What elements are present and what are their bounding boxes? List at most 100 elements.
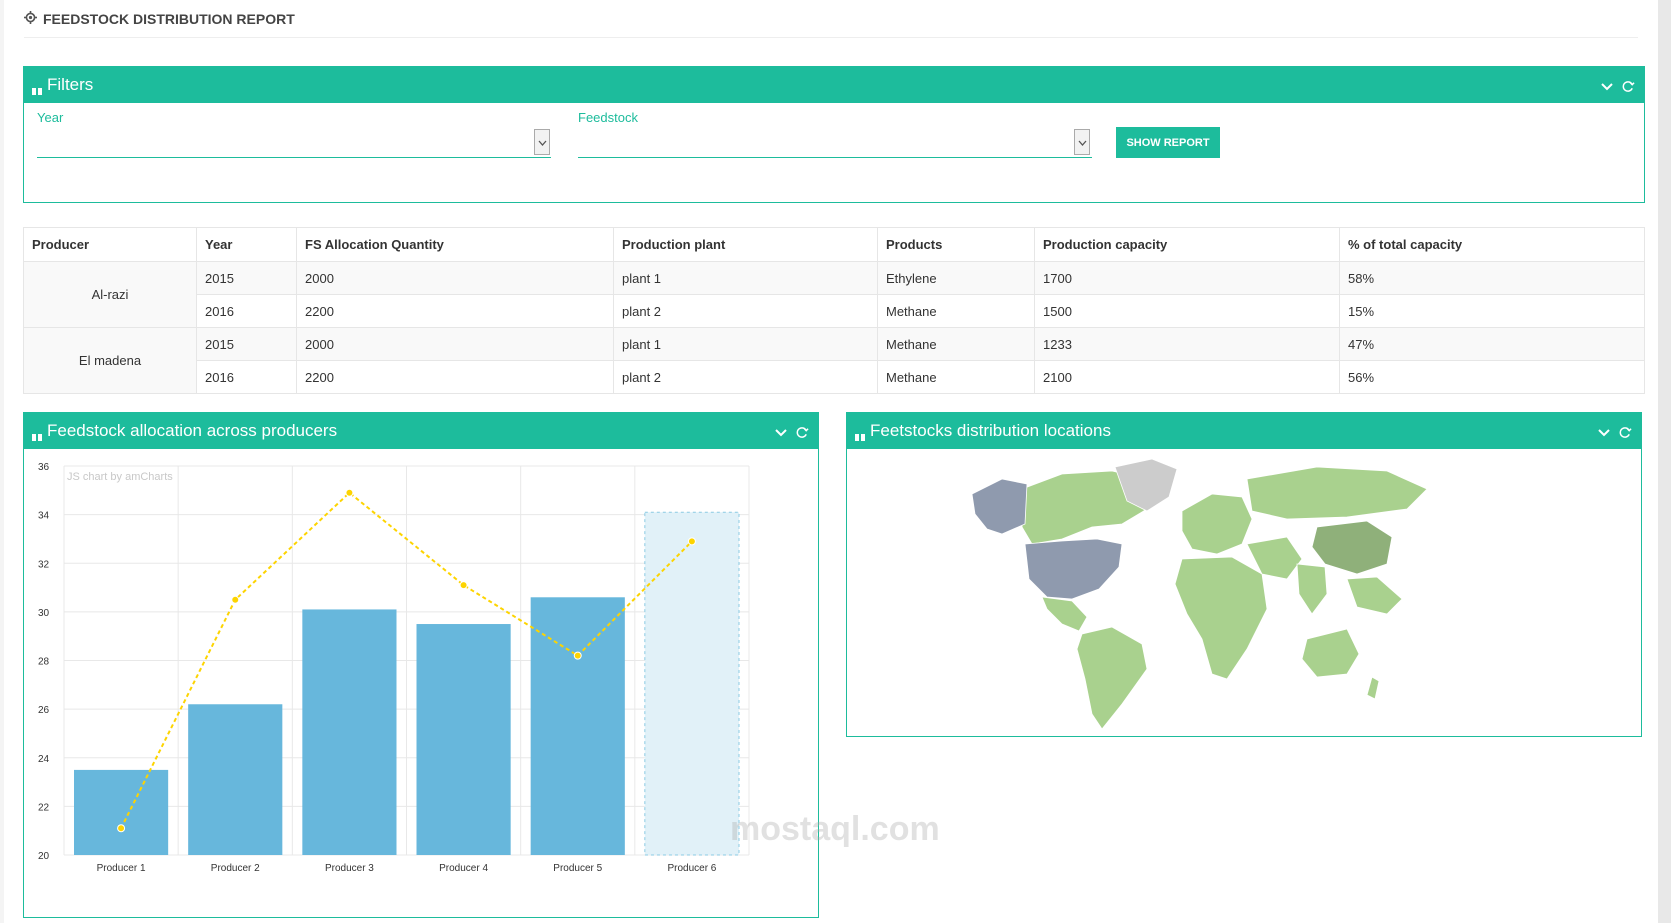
watermark: mostaql.com <box>730 810 940 848</box>
column-header: Products <box>877 227 1035 262</box>
scrollbar[interactable] <box>1658 0 1671 923</box>
map-region-southeast-asia[interactable] <box>1346 576 1403 615</box>
table-row: 2016 2200 plant 2 Methane 1500 15% <box>24 294 1645 328</box>
feedstock-select-button[interactable] <box>1074 129 1090 155</box>
table-cell: Ethylene <box>877 261 1035 295</box>
x-tick-label: Producer 4 <box>439 863 488 874</box>
y-tick-label: 26 <box>38 705 50 716</box>
refresh-icon[interactable] <box>1619 424 1633 438</box>
table-row: El madena 2015 2000 plant 1 Methane 1233… <box>23 327 1645 394</box>
show-report-button[interactable]: SHOW REPORT <box>1116 127 1220 158</box>
table-cell: 2016 <box>196 360 297 394</box>
table-cell: 2200 <box>296 294 614 328</box>
gift-icon <box>32 426 42 441</box>
map-panel: Feetstocks distribution locations <box>846 412 1642 737</box>
x-tick-label: Producer 1 <box>97 863 146 874</box>
column-header: FS Allocation Quantity <box>296 227 614 262</box>
chevron-down-icon[interactable] <box>774 424 788 438</box>
table-header-row: Producer Year FS Allocation Quantity Pro… <box>23 227 1645 262</box>
y-tick-label: 32 <box>38 559 50 570</box>
table-cell: 1233 <box>1034 327 1340 361</box>
y-tick-label: 28 <box>38 657 50 668</box>
map-region-south-america[interactable] <box>1076 626 1148 730</box>
column-header: Production plant <box>613 227 878 262</box>
producer-cell: El madena <box>23 327 197 394</box>
table-cell: plant 2 <box>613 294 878 328</box>
y-tick-label: 34 <box>38 511 50 522</box>
map-region-mexico[interactable] <box>1041 596 1088 632</box>
table-cell: 2000 <box>296 327 614 361</box>
gift-icon <box>32 80 42 95</box>
map-region-new-zealand[interactable] <box>1366 676 1380 700</box>
map-panel-title: Feetstocks distribution locations <box>870 421 1111 440</box>
table-cell: 47% <box>1339 327 1645 361</box>
y-tick-label: 20 <box>38 851 50 862</box>
gear-icon <box>24 11 37 27</box>
bar-3 <box>302 609 397 855</box>
column-header: Producer <box>23 227 197 262</box>
refresh-icon[interactable] <box>1622 78 1636 92</box>
report-header: FEEDSTOCK DISTRIBUTION REPORT <box>24 4 295 34</box>
chevron-down-icon[interactable] <box>1600 78 1614 92</box>
map-panel-header: Feetstocks distribution locations <box>847 413 1641 449</box>
map-region-europe[interactable] <box>1181 493 1253 555</box>
table-cell: 15% <box>1339 294 1645 328</box>
map-region-africa[interactable] <box>1174 556 1268 680</box>
line-point-3 <box>345 488 354 497</box>
map-region-china[interactable] <box>1311 520 1393 575</box>
map-region-alaska[interactable] <box>971 478 1028 535</box>
table-cell: 58% <box>1339 261 1645 295</box>
allocation-chart[interactable]: 20 22 24 26 28 30 32 34 36 JS chart by amCharts Pr… <box>24 449 818 917</box>
chevron-down-icon[interactable] <box>1597 424 1611 438</box>
report-table: Producer Year FS Allocation Quantity Pro… <box>23 227 1645 394</box>
world-map[interactable] <box>847 449 1641 736</box>
table-cell: 2015 <box>196 327 297 361</box>
chevron-down-icon <box>1078 133 1087 151</box>
header-divider <box>24 37 1638 38</box>
chart-panel-title: Feedstock allocation across producers <box>47 421 338 440</box>
x-tick-label: Producer 5 <box>553 863 602 874</box>
line-point-1 <box>117 824 126 833</box>
column-header: Production capacity <box>1034 227 1340 262</box>
line-point-6 <box>687 537 696 546</box>
feedstock-label: Feedstock <box>578 110 638 125</box>
bar-2 <box>188 704 283 855</box>
chart-panel: Feedstock allocation across producers 20… <box>23 412 819 918</box>
chevron-down-icon <box>538 133 547 151</box>
map-region-usa[interactable] <box>1024 538 1123 600</box>
year-select[interactable] <box>37 128 551 158</box>
gift-icon <box>855 426 865 441</box>
y-tick-label: 30 <box>38 608 50 619</box>
refresh-icon[interactable] <box>796 424 810 438</box>
x-tick-label: Producer 2 <box>211 863 260 874</box>
table-cell: 2100 <box>1034 360 1340 394</box>
map-region-australia[interactable] <box>1301 628 1360 678</box>
chart-panel-header: Feedstock allocation across producers <box>24 413 818 449</box>
map-region-india[interactable] <box>1296 563 1328 615</box>
bar-4 <box>416 624 511 855</box>
x-tick-label: Producer 6 <box>667 863 716 874</box>
line-point-4 <box>459 581 468 590</box>
chart-credit: JS chart by amCharts <box>67 471 173 483</box>
y-tick-label: 22 <box>38 802 50 813</box>
x-tick-label: Producer 3 <box>325 863 374 874</box>
year-select-button[interactable] <box>534 129 550 155</box>
bar-6 <box>644 511 740 856</box>
column-header: Year <box>196 227 297 262</box>
table-cell: plant 2 <box>613 360 878 394</box>
table-cell: 2016 <box>196 294 297 328</box>
bar-1 <box>74 769 169 855</box>
table-cell: 1700 <box>1034 261 1340 295</box>
feedstock-select[interactable] <box>578 128 1092 158</box>
table-cell: 1500 <box>1034 294 1340 328</box>
table-cell: 2200 <box>296 360 614 394</box>
table-cell: plant 1 <box>613 327 878 361</box>
table-cell: Methane <box>877 360 1035 394</box>
table-cell: plant 1 <box>613 261 878 295</box>
filters-panel-header: Filters <box>24 67 1644 103</box>
y-tick-label: 36 <box>38 462 50 473</box>
filters-panel-title: Filters <box>47 75 94 94</box>
line-point-2 <box>231 595 240 604</box>
table-row: 2016 2200 plant 2 Methane 2100 56% <box>24 360 1645 394</box>
map-region-russia[interactable] <box>1246 466 1428 520</box>
